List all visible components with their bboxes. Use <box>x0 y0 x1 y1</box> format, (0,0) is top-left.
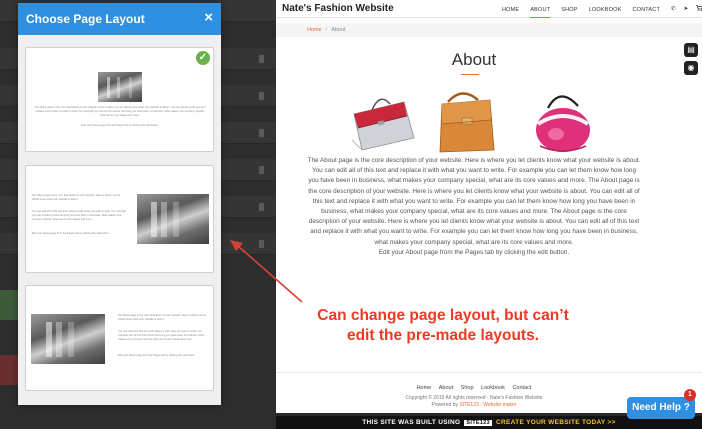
bag-tan <box>439 92 495 153</box>
layout-preview-text: The About page is the core description o… <box>34 106 206 117</box>
bags-image <box>351 92 590 153</box>
layout-preview-note: Edit your About page from the Pages tab … <box>81 124 159 127</box>
title-underline <box>461 74 479 75</box>
layout-preview-image <box>137 194 209 244</box>
website-preview: Nate's Fashion Website HOME ABOUT SHOP L… <box>276 0 702 413</box>
footer-link-home[interactable]: Home <box>417 385 432 391</box>
file-icon[interactable]: ▤ <box>684 43 698 57</box>
notification-badge: 1 <box>684 389 696 401</box>
layout-preview-note: Edit your About page from the Pages tab … <box>32 232 110 235</box>
nav-shop[interactable]: SHOP <box>561 1 577 17</box>
site-nav: HOME ABOUT SHOP LOOKBOOK CONTACT ✆ ➤ <box>502 0 702 18</box>
footer-link-about[interactable]: About <box>439 385 453 391</box>
breadcrumb-current: About <box>331 27 346 33</box>
copyright-text: Copyright © 2019 All rights reserved - N… <box>405 395 543 401</box>
site-logo[interactable]: Nate's Fashion Website <box>282 3 394 14</box>
layout-option-image-right[interactable]: The About page is the core description o… <box>25 165 214 273</box>
annotation-text: Can change page layout, but can’t edit t… <box>317 307 569 344</box>
cart-icon[interactable] <box>696 5 702 13</box>
layout-preview-image <box>31 314 105 364</box>
footer-link-contact[interactable]: Contact <box>512 385 531 391</box>
about-edit-note: Edit your About page from the Pages tab … <box>378 249 570 256</box>
bag-grey-red <box>351 98 415 151</box>
powered-by: Powered by SITE123 - Website maker <box>431 402 517 408</box>
footer-link-shop[interactable]: Shop <box>461 385 474 391</box>
layout-preview-note: Edit your About page from the Pages tab … <box>118 354 196 357</box>
layout-option-centered[interactable]: ✓ The About page is the core description… <box>25 47 214 152</box>
nav-contact[interactable]: CONTACT <box>632 1 660 17</box>
nav-home[interactable]: HOME <box>502 1 519 17</box>
nav-lookbook[interactable]: LOOKBOOK <box>589 1 622 17</box>
send-icon[interactable]: ➤ <box>684 6 689 12</box>
close-icon[interactable]: × <box>204 9 213 27</box>
modal-title: Choose Page Layout <box>26 12 145 26</box>
phone-icon[interactable]: ✆ <box>671 6 676 12</box>
layout-preview-text: The About page is the core description o… <box>118 314 207 321</box>
layout-option-image-left[interactable]: The About page is the core description o… <box>25 285 214 391</box>
choose-layout-modal: Choose Page Layout × ✓ The About page is… <box>18 3 221 405</box>
site123-logo: SITE123 <box>464 420 492 426</box>
footer-nav: Home About Shop Lookbook Contact <box>276 385 672 391</box>
modal-header: Choose Page Layout × <box>18 3 221 35</box>
about-body-text: The About page is the core description o… <box>307 157 641 246</box>
layout-preview-text: The About page is the core description o… <box>32 194 121 201</box>
footer-divider <box>276 372 702 373</box>
layout-preview-text: You can edit all of this text and replac… <box>118 330 204 341</box>
powered-by-link[interactable]: SITE123 - Website maker <box>459 402 516 408</box>
check-icon: ✓ <box>196 51 210 65</box>
site-header: Nate's Fashion Website HOME ABOUT SHOP L… <box>276 0 702 18</box>
nav-about[interactable]: ABOUT <box>530 1 551 18</box>
editor-side-tab <box>0 290 18 320</box>
layout-preview-image <box>98 72 142 102</box>
need-help-button[interactable]: Need Help ? <box>627 397 695 419</box>
page-title: About <box>451 50 497 69</box>
create-website-link[interactable]: CREATE YOUR WEBSITE TODAY >> <box>496 419 616 426</box>
editor-side-tab <box>0 355 18 385</box>
breadcrumb-home[interactable]: Home <box>307 27 322 33</box>
layout-preview-text: You can edit all of this text and replac… <box>32 210 126 221</box>
palette-icon[interactable]: ◉ <box>684 61 698 75</box>
footer-link-lookbook[interactable]: Lookbook <box>481 385 505 391</box>
bag-pink <box>536 95 590 152</box>
breadcrumb: Home / About <box>276 23 702 37</box>
